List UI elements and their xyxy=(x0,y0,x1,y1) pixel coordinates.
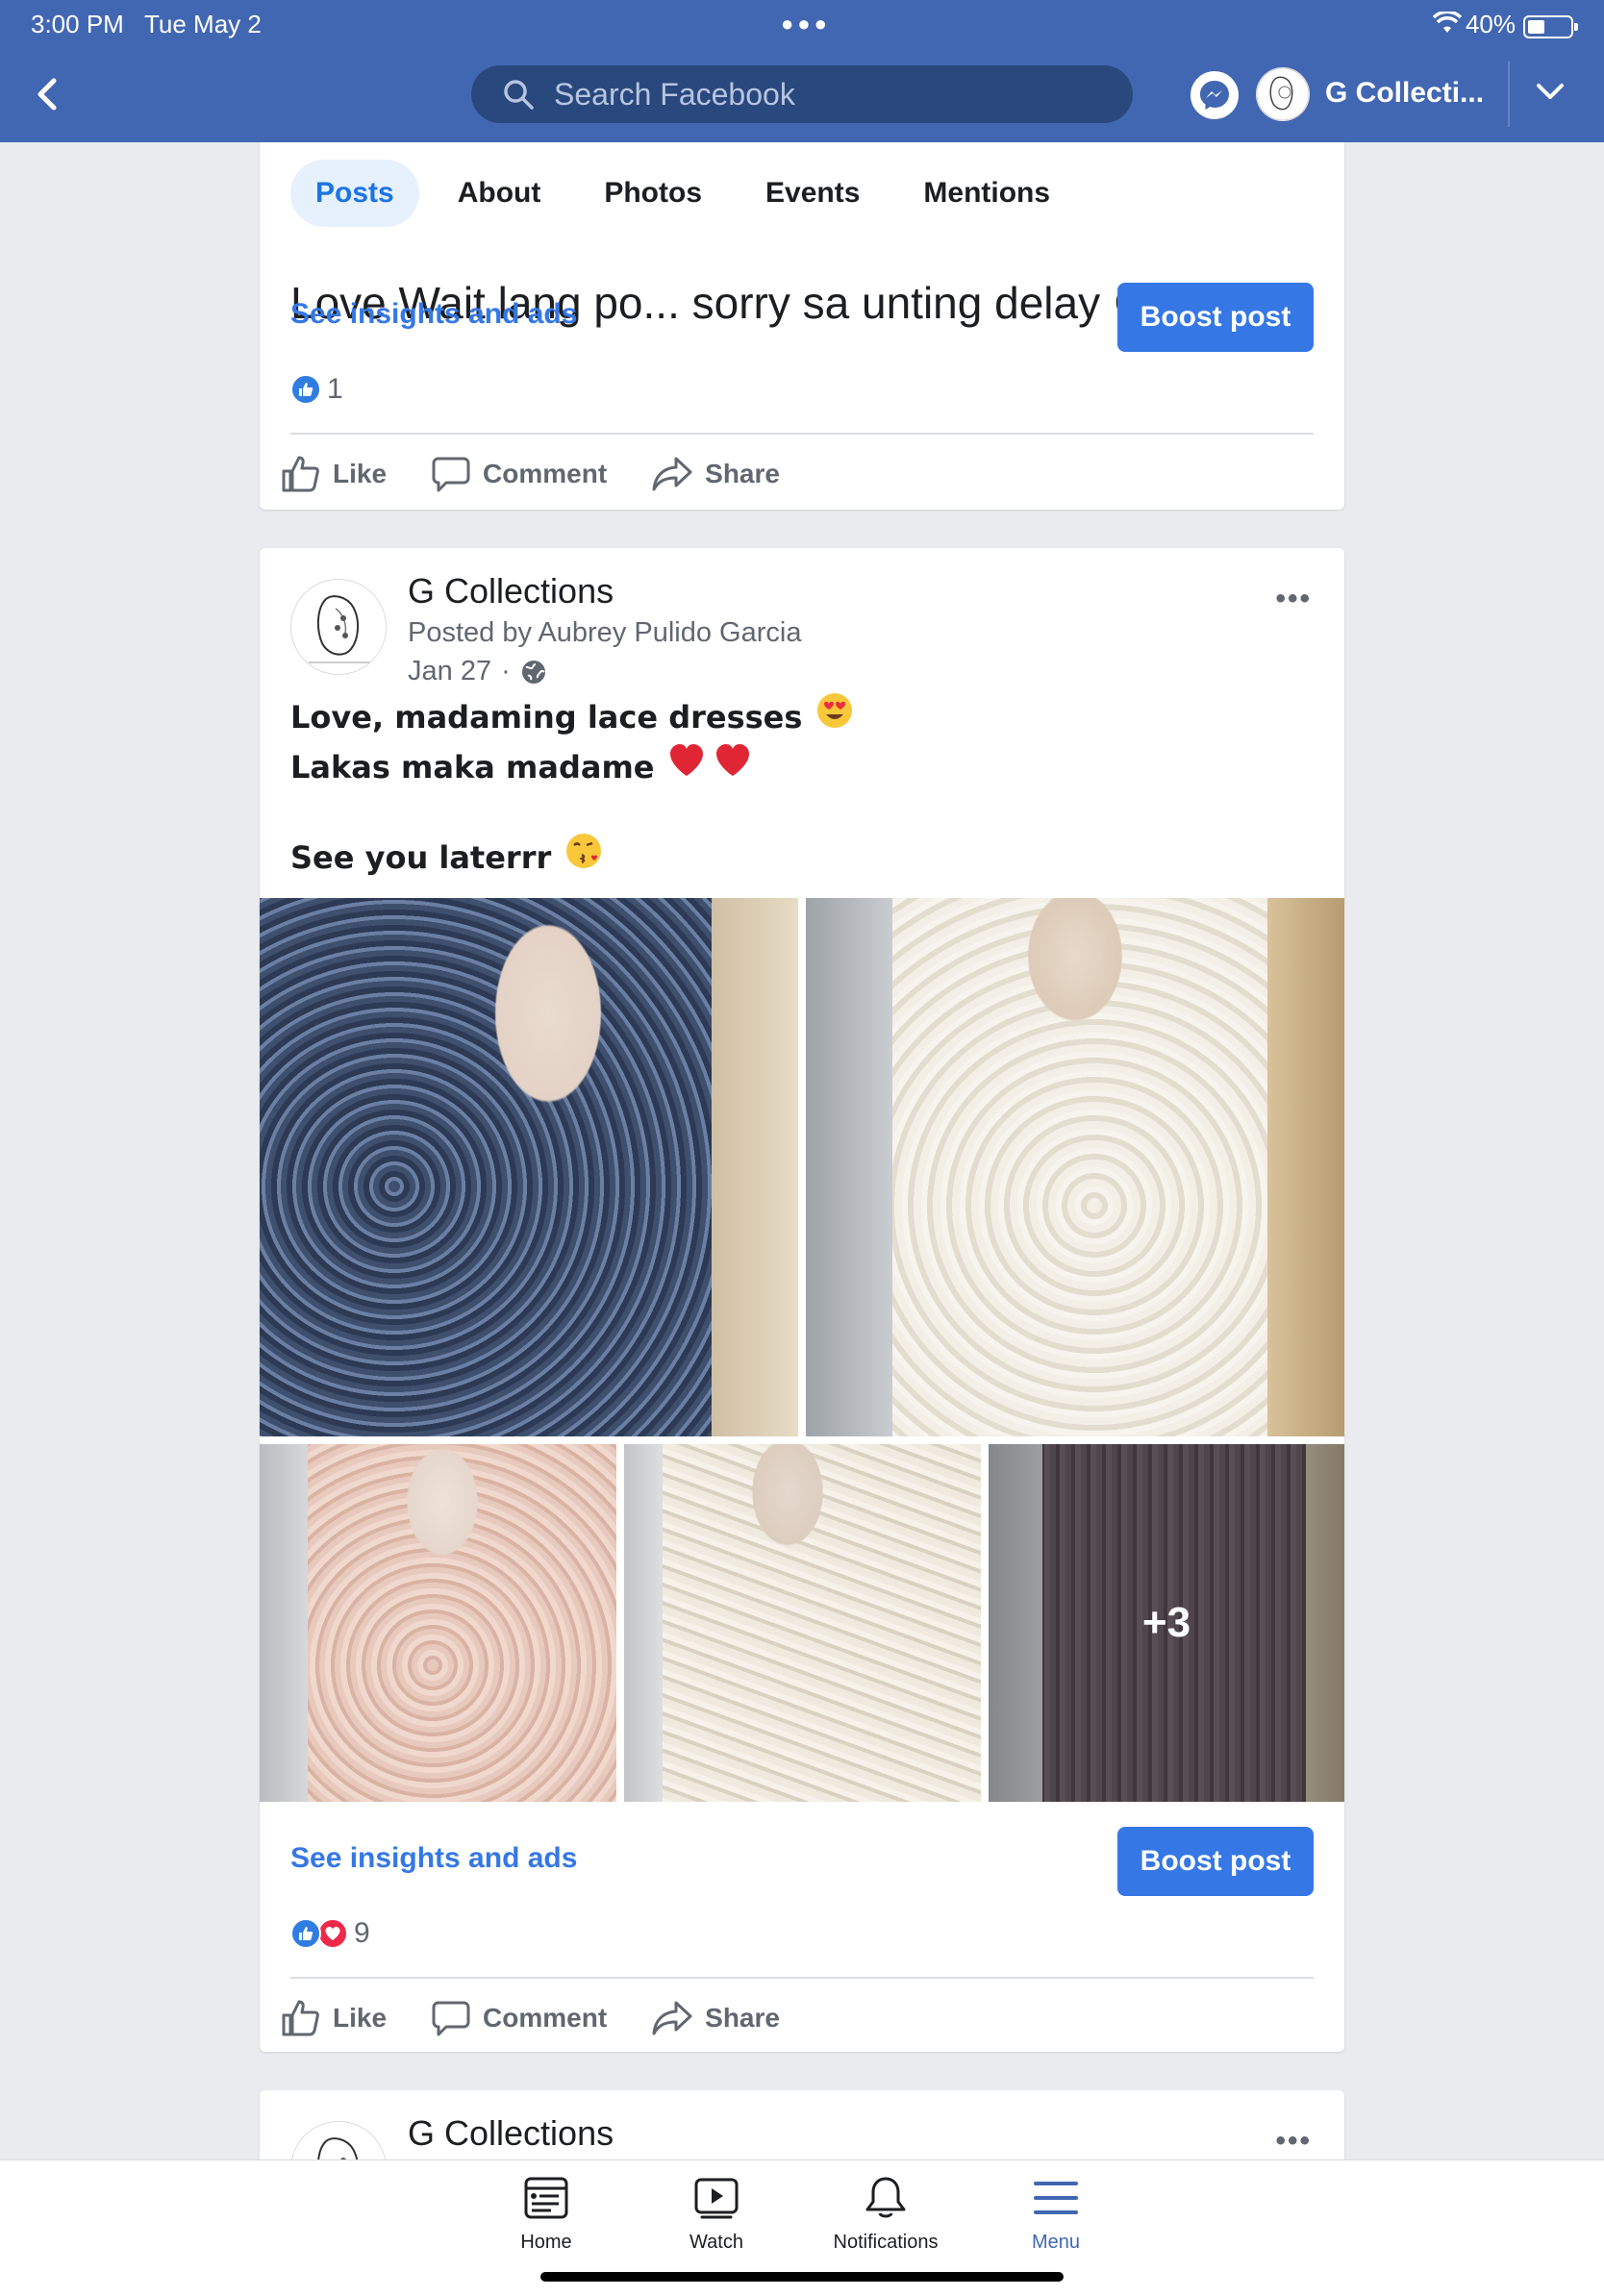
tab-about[interactable]: About xyxy=(433,160,566,227)
back-arrow-icon[interactable] xyxy=(29,75,67,113)
photo-mauve-lace-top[interactable]: +3 xyxy=(989,1444,1344,1802)
search-icon xyxy=(504,80,534,110)
page-tabs: Posts About Photos Events Mentions xyxy=(260,142,1344,244)
share-button[interactable]: Share xyxy=(651,455,780,493)
kiss-emoji-icon xyxy=(564,832,603,885)
share-button[interactable]: Share xyxy=(651,1999,780,2037)
status-bar: 3:00 PM Tue May 2 ●●● 40% xyxy=(0,8,1604,42)
post-actions: Like Comment Share xyxy=(281,1994,824,2042)
post-text: Love, madaming lace dresses Lakas maka m… xyxy=(290,692,854,883)
post-card: G Collections Posted by Aubrey Pulido Ga… xyxy=(260,548,1344,2052)
thumbs-up-icon xyxy=(282,2000,319,2036)
nav-notifications[interactable]: Notifications xyxy=(799,2174,972,2254)
thumbs-up-icon xyxy=(282,456,319,492)
comment-button[interactable]: Comment xyxy=(431,455,607,493)
more-options-icon[interactable]: ••• xyxy=(1275,583,1312,615)
account-name[interactable]: G Collecti... xyxy=(1325,77,1484,110)
post-author[interactable]: G Collections xyxy=(408,2113,614,2154)
post-author[interactable]: G Collections xyxy=(408,571,614,611)
reaction-count: 1 xyxy=(327,373,343,405)
bell-icon xyxy=(865,2177,906,2218)
heart-eyes-emoji-icon xyxy=(815,691,854,744)
status-date: Tue May 2 xyxy=(144,10,262,38)
home-indicator[interactable] xyxy=(540,2272,1064,2282)
photo-white-lace-dress[interactable] xyxy=(806,898,1344,1436)
comment-icon xyxy=(432,2001,470,2036)
home-icon xyxy=(524,2177,568,2219)
red-heart-emoji-icon xyxy=(667,741,706,794)
nav-home[interactable]: Home xyxy=(460,2174,633,2254)
status-time: 3:00 PM xyxy=(31,10,124,38)
comment-icon xyxy=(432,457,470,492)
more-photos-overlay[interactable]: +3 xyxy=(989,1444,1344,1802)
separator-dot: · xyxy=(501,656,511,686)
battery-icon xyxy=(1523,15,1578,38)
tab-events[interactable]: Events xyxy=(740,160,885,227)
more-photos-count: +3 xyxy=(1141,1599,1191,1646)
divider xyxy=(290,1977,1314,1979)
page-avatar[interactable] xyxy=(290,579,387,675)
see-insights-link[interactable]: See insights and ads xyxy=(290,298,577,331)
globe-icon xyxy=(521,660,545,684)
nav-menu[interactable]: Menu xyxy=(969,2174,1142,2254)
account-avatar[interactable] xyxy=(1256,67,1310,121)
photo-cream-lace-top[interactable] xyxy=(624,1444,981,1802)
top-header: 3:00 PM Tue May 2 ●●● 40% Search Faceboo… xyxy=(0,0,1604,142)
watch-icon xyxy=(694,2178,739,2219)
divider xyxy=(290,433,1314,435)
share-icon xyxy=(652,2001,692,2035)
posted-by[interactable]: Posted by Aubrey Pulido Garcia xyxy=(408,617,801,649)
boost-post-button[interactable]: Boost post xyxy=(1117,283,1314,352)
wifi-icon xyxy=(1432,10,1463,41)
comment-button[interactable]: Comment xyxy=(431,1999,607,2037)
messenger-icon[interactable] xyxy=(1190,71,1239,119)
chevron-down-icon[interactable] xyxy=(1535,81,1566,107)
tab-photos[interactable]: Photos xyxy=(579,160,727,227)
red-heart-emoji-icon xyxy=(714,741,752,794)
menu-icon xyxy=(1034,2182,1078,2214)
multitask-dots-icon[interactable]: ●●● xyxy=(781,12,831,37)
photo-grid: +3 xyxy=(260,898,1344,1802)
reaction-count: 9 xyxy=(354,1917,370,1949)
search-placeholder: Search Facebook xyxy=(554,76,795,112)
like-button[interactable]: Like xyxy=(281,455,387,493)
tab-posts[interactable]: Posts xyxy=(290,160,419,227)
reaction-summary[interactable]: 1 xyxy=(290,373,343,406)
photo-pink-lace-top[interactable] xyxy=(260,1444,616,1802)
search-bar[interactable]: Search Facebook xyxy=(471,65,1133,123)
see-insights-link[interactable]: See insights and ads xyxy=(290,1842,577,1875)
boost-post-button[interactable]: Boost post xyxy=(1117,1827,1314,1896)
nav-watch[interactable]: Watch xyxy=(630,2174,803,2254)
bottom-tab-bar: Home Watch Notifications Menu xyxy=(0,2159,1604,2296)
tab-mentions[interactable]: Mentions xyxy=(898,160,1075,227)
share-icon xyxy=(652,457,692,491)
battery-percent: 40% xyxy=(1465,10,1516,38)
like-reaction-icon xyxy=(290,374,321,405)
reaction-summary[interactable]: 9 xyxy=(290,1917,370,1950)
post-actions: Like Comment Share xyxy=(281,450,824,498)
like-reaction-icon xyxy=(290,1918,321,1949)
photo-blue-lace-dress[interactable] xyxy=(260,898,798,1436)
header-divider xyxy=(1508,62,1510,127)
more-options-icon[interactable]: ••• xyxy=(1275,2125,1312,2158)
post-timestamp[interactable]: Jan 27 · xyxy=(408,656,547,687)
love-reaction-icon xyxy=(317,1918,348,1949)
like-button[interactable]: Like xyxy=(281,1999,387,2037)
